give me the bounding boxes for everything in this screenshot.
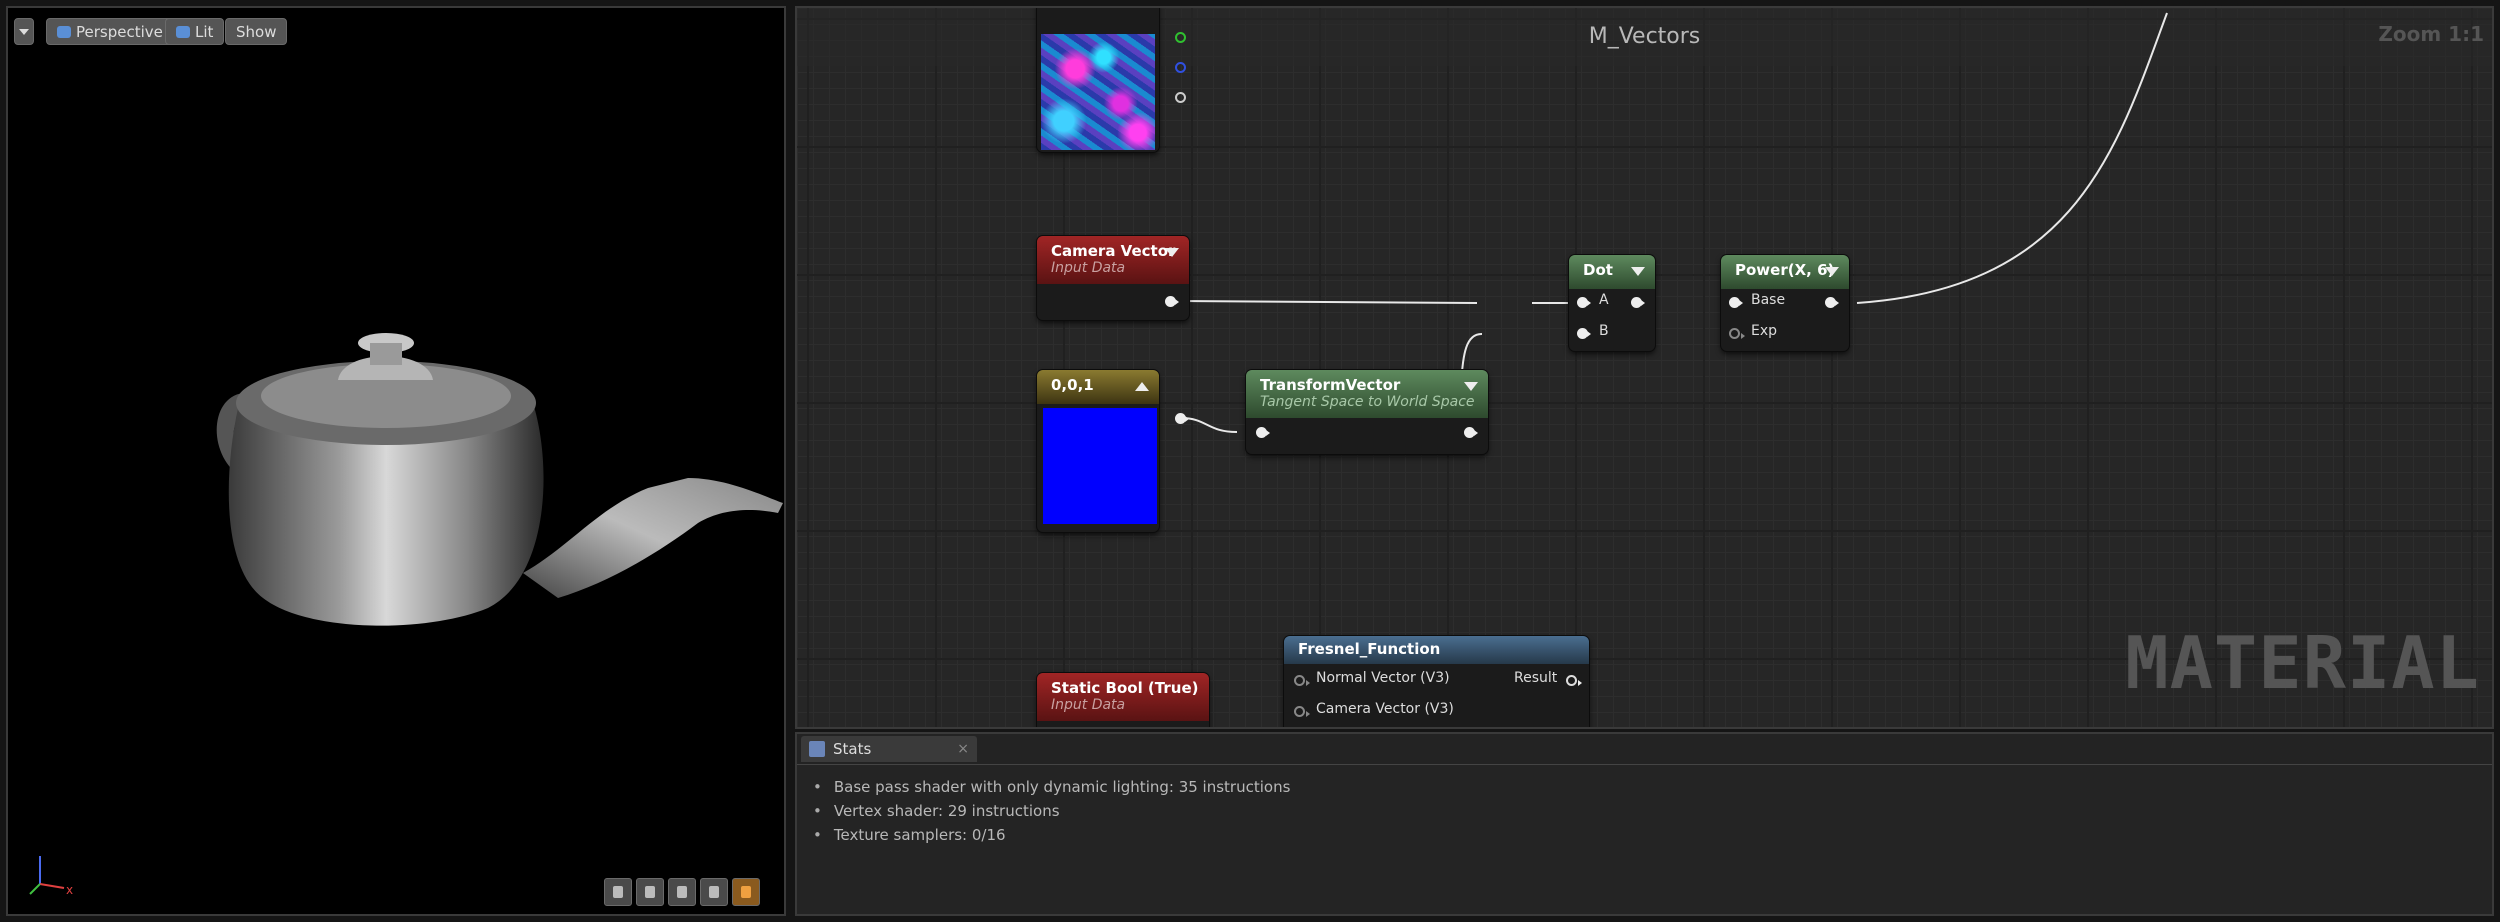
- texture-thumbnail: [1041, 34, 1155, 150]
- power-base-label: Base: [1751, 292, 1786, 308]
- static-bool-node[interactable]: Static Bool (True) Input Data: [1037, 673, 1209, 727]
- fresnel-camera-input-pin[interactable]: [1294, 706, 1310, 717]
- tab-stats[interactable]: Stats ×: [801, 736, 977, 762]
- fresnel-result-label: Result: [1514, 670, 1558, 686]
- svg-text:x: x: [66, 883, 73, 897]
- camera-vector-header: Camera Vector Input Data: [1037, 236, 1189, 284]
- color-swatch: [1043, 408, 1157, 524]
- dot-output-pin[interactable]: [1631, 297, 1645, 308]
- fresnel-result-output-pin[interactable]: [1566, 675, 1582, 686]
- power-output-pin[interactable]: [1825, 297, 1839, 308]
- list-item: Base pass shader with only dynamic light…: [813, 775, 2492, 799]
- camera-vector-output-pin[interactable]: [1165, 296, 1179, 307]
- sphere-preview-button[interactable]: [636, 878, 664, 906]
- stats-body: Base pass shader with only dynamic light…: [797, 764, 2492, 914]
- collapse-arrow-icon[interactable]: [1631, 267, 1645, 276]
- collapse-arrow-icon[interactable]: [1165, 248, 1179, 257]
- axis-gizmo: x: [29, 856, 73, 897]
- static-bool-header: Static Bool (True) Input Data: [1037, 673, 1209, 721]
- list-item: Texture samplers: 0/16: [813, 823, 2492, 847]
- transform-vector-output-pin[interactable]: [1464, 427, 1478, 438]
- fresnel-normal-label: Normal Vector (V3): [1316, 670, 1450, 686]
- dot-input-a-pin[interactable]: [1577, 297, 1591, 308]
- camera-vector-node[interactable]: Camera Vector Input Data: [1037, 236, 1189, 320]
- power-exp-input-pin[interactable]: [1729, 328, 1745, 339]
- dot-header: Dot: [1569, 255, 1655, 289]
- power-base-input-pin[interactable]: [1729, 297, 1743, 308]
- transform-vector-input-pin[interactable]: [1256, 427, 1270, 438]
- fresnel-function-node[interactable]: Fresnel_Function Normal Vector (V3) Came…: [1284, 636, 1589, 727]
- power-node[interactable]: Power(X, 6) Base Exp: [1721, 255, 1849, 351]
- fresnel-camera-label: Camera Vector (V3): [1316, 701, 1454, 717]
- collapse-arrow-icon[interactable]: [1135, 382, 1149, 391]
- fresnel-header: Fresnel_Function: [1284, 636, 1589, 664]
- dot-input-a-label: A: [1599, 292, 1609, 308]
- output-b-pin[interactable]: [1175, 62, 1186, 73]
- constant3-vector-node[interactable]: 0,0,1: [1037, 370, 1189, 532]
- dot-input-b-pin[interactable]: [1577, 328, 1591, 339]
- power-header: Power(X, 6): [1721, 255, 1849, 289]
- transform-vector-node[interactable]: TransformVector Tangent Space to World S…: [1246, 370, 1488, 454]
- output-g-pin[interactable]: [1175, 32, 1186, 43]
- constant-output-pin[interactable]: [1175, 413, 1189, 424]
- power-exp-label: Exp: [1751, 323, 1778, 339]
- cube-preview-button[interactable]: [700, 878, 728, 906]
- close-icon[interactable]: ×: [957, 736, 969, 762]
- list-item: Vertex shader: 29 instructions: [813, 799, 2492, 823]
- transform-vector-header: TransformVector Tangent Space to World S…: [1246, 370, 1488, 418]
- stats-icon: [809, 741, 825, 757]
- teapot-preview-mesh: [216, 333, 783, 626]
- dot-input-b-label: B: [1599, 323, 1609, 339]
- collapse-arrow-icon[interactable]: [1825, 267, 1839, 276]
- teapot-preview-button[interactable]: [732, 878, 760, 906]
- cylinder-preview-button[interactable]: [604, 878, 632, 906]
- fresnel-normal-input-pin[interactable]: [1294, 675, 1310, 686]
- plane-preview-button[interactable]: [668, 878, 696, 906]
- output-a-pin[interactable]: [1175, 92, 1186, 103]
- texture-sample-node[interactable]: [1037, 8, 1186, 152]
- material-preview-viewport[interactable]: Perspective Lit Show x: [6, 6, 786, 916]
- stats-list: Base pass shader with only dynamic light…: [797, 765, 2492, 847]
- collapse-arrow-icon[interactable]: [1464, 382, 1478, 391]
- constant-header: 0,0,1: [1037, 370, 1159, 404]
- stats-panel: Stats × Base pass shader with only dynam…: [795, 732, 2494, 916]
- dot-node[interactable]: Dot A B: [1569, 255, 1655, 351]
- material-graph-canvas[interactable]: M_Vectors Zoom 1:1 MATERIAL Camera Vecto…: [795, 6, 2494, 729]
